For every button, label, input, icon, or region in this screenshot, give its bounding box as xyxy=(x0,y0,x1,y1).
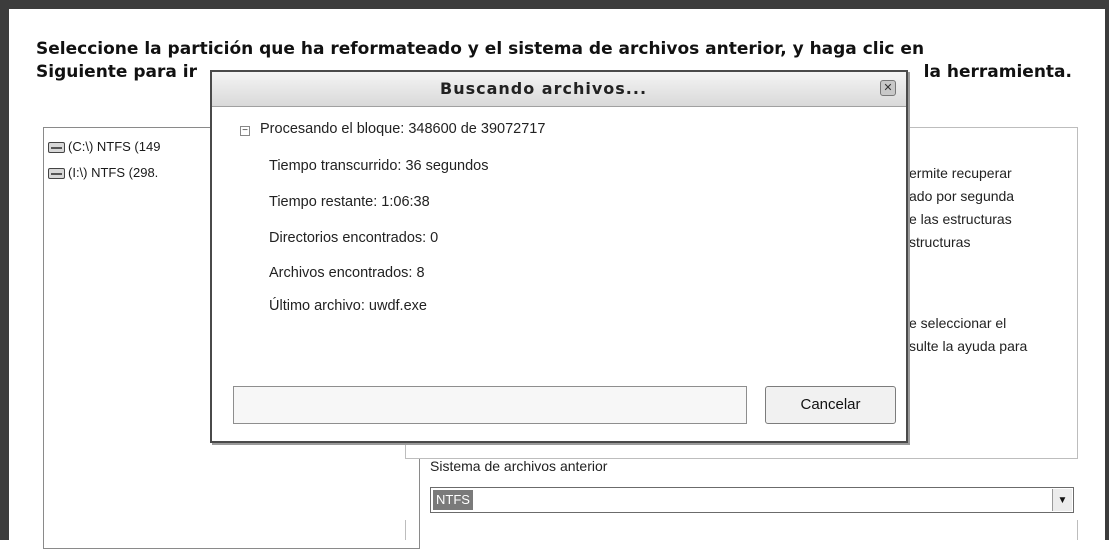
window-border-right xyxy=(1105,0,1109,540)
directories-found-text: Directorios encontrados: 0 xyxy=(269,230,439,246)
hard-drive-icon xyxy=(48,141,65,153)
filesystem-selected-value: NTFS xyxy=(433,490,473,510)
wizard-window: Seleccione la partición que ha reformate… xyxy=(0,0,1109,549)
description-line-2: ado por segunda xyxy=(909,188,1015,204)
close-icon[interactable]: ✕ xyxy=(880,80,896,96)
window-border-top xyxy=(0,0,1109,9)
description-line-5: e seleccionar el xyxy=(909,315,1007,331)
filesystem-select[interactable]: NTFS ▼ xyxy=(430,487,1074,513)
instruction-line-2-end: la herramienta. xyxy=(923,62,1072,82)
dialog-title: Buscando archivos... xyxy=(440,79,648,98)
partition-label: (C:\) NTFS (149 xyxy=(68,139,161,154)
options-panel-lower xyxy=(405,520,1078,540)
dialog-title-bar: Buscando archivos... ✕ xyxy=(212,72,906,107)
description-line-1: ermite recuperar xyxy=(909,165,1012,181)
filesystem-label: Sistema de archivos anterior xyxy=(430,458,608,474)
hard-drive-icon xyxy=(48,167,65,179)
files-found-text: Archivos encontrados: 8 xyxy=(269,265,425,281)
description-line-4: structuras xyxy=(909,234,971,250)
cancel-button[interactable]: Cancelar xyxy=(765,386,896,424)
processing-block-text: Procesando el bloque: 348600 de 39072717 xyxy=(260,121,546,137)
progress-bar xyxy=(233,386,747,424)
window-border-left xyxy=(0,0,9,540)
instruction-line-2-start: Siguiente para ir xyxy=(36,62,198,82)
partition-label: (I:\) NTFS (298. xyxy=(68,165,159,180)
last-file-text: Último archivo: uwdf.exe xyxy=(269,298,427,314)
chevron-down-icon[interactable]: ▼ xyxy=(1052,489,1072,511)
remaining-time-text: Tiempo restante: 1:06:38 xyxy=(269,194,430,210)
instruction-line-1: Seleccione la partición que ha reformate… xyxy=(36,39,925,59)
description-line-6: sulte la ayuda para xyxy=(909,338,1028,354)
searching-dialog: Buscando archivos... ✕ − Procesando el b… xyxy=(210,70,908,443)
elapsed-time-text: Tiempo transcurrido: 36 segundos xyxy=(269,158,489,174)
partition-item-c[interactable]: (C:\) NTFS (149 xyxy=(48,138,160,156)
partition-item-i[interactable]: (I:\) NTFS (298. xyxy=(48,164,158,182)
description-line-3: e las estructuras xyxy=(909,211,1012,227)
minus-box-icon[interactable]: − xyxy=(240,126,250,136)
